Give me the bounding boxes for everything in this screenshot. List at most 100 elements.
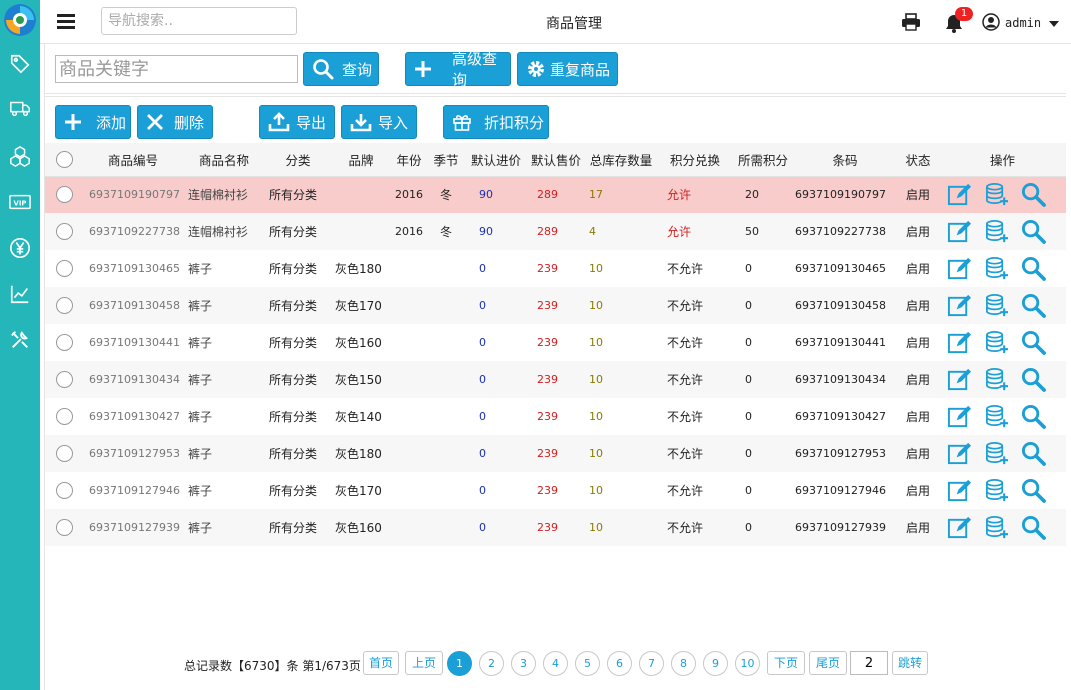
tools-icon[interactable]	[8, 328, 32, 352]
table-row[interactable]: 6937109130427 裤子 所有分类 灰色140 0 239 10 不允许 0 693710…	[45, 398, 1066, 435]
advanced-query-button[interactable]: 高级查询	[405, 50, 511, 89]
chart-icon[interactable]	[8, 282, 32, 306]
first-page-button[interactable]: 首页	[363, 651, 399, 675]
page-number-button[interactable]: 5	[575, 651, 600, 676]
points-stack-icon[interactable]	[984, 330, 1009, 355]
table-row[interactable]: 6937109190797 连帽棉衬衫 所有分类 2016 冬 90 289 17 允许 20 69…	[45, 176, 1066, 213]
points-stack-icon[interactable]	[984, 478, 1009, 503]
import-button[interactable]: 导入	[341, 105, 417, 139]
edit-icon[interactable]	[947, 219, 972, 244]
edit-icon[interactable]	[947, 330, 972, 355]
row-checkbox[interactable]	[55, 260, 73, 277]
col-header[interactable]: 状态	[897, 143, 939, 177]
export-button[interactable]: 导出	[259, 105, 335, 139]
page-number-button[interactable]: 9	[703, 651, 728, 676]
edit-icon[interactable]	[947, 478, 972, 503]
row-checkbox[interactable]	[55, 223, 73, 240]
keyword-input[interactable]	[55, 55, 298, 83]
points-stack-icon[interactable]	[984, 256, 1009, 281]
page-number-button[interactable]: 8	[671, 651, 696, 676]
jump-button[interactable]: 跳转	[892, 651, 928, 675]
view-detail-icon[interactable]	[1021, 182, 1046, 208]
view-detail-icon[interactable]	[1021, 404, 1046, 429]
col-header[interactable]: 商品编号	[83, 143, 183, 177]
col-header[interactable]: 总库存数量	[585, 143, 657, 177]
col-header[interactable]: 所需积分	[733, 143, 793, 177]
duplicate-items-button[interactable]: 重复商品	[517, 52, 618, 86]
page-number-button[interactable]: 1	[447, 651, 472, 676]
printer-icon[interactable]	[901, 13, 921, 31]
edit-icon[interactable]	[947, 515, 972, 540]
view-detail-icon[interactable]	[1021, 219, 1046, 244]
table-row[interactable]: 6937109127939 裤子 所有分类 灰色160 0 239 10 不允许 0 693710…	[45, 509, 1066, 546]
menu-toggle-icon[interactable]	[57, 14, 75, 29]
row-checkbox[interactable]	[55, 334, 73, 351]
table-row[interactable]: 6937109130465 裤子 所有分类 灰色180 0 239 10 不允许 0 693710…	[45, 250, 1066, 287]
points-stack-icon[interactable]	[984, 219, 1009, 244]
delete-button[interactable]: 删除	[137, 105, 213, 139]
vip-icon[interactable]: VIP	[8, 190, 32, 214]
table-row[interactable]: 6937109127953 裤子 所有分类 灰色180 0 239 10 不允许 0 693710…	[45, 435, 1066, 472]
truck-icon[interactable]	[8, 96, 32, 120]
view-detail-icon[interactable]	[1021, 293, 1046, 318]
edit-icon[interactable]	[947, 182, 972, 207]
view-detail-icon[interactable]	[1021, 256, 1046, 281]
row-checkbox[interactable]	[55, 371, 73, 388]
last-page-button[interactable]: 尾页	[809, 651, 847, 675]
col-header[interactable]: 分类	[265, 143, 331, 177]
col-header[interactable]: 积分兑换	[657, 143, 733, 177]
select-all-checkbox[interactable]	[55, 150, 73, 168]
row-checkbox[interactable]	[55, 186, 73, 204]
col-header[interactable]: 商品名称	[183, 143, 265, 177]
col-header[interactable]: 年份	[391, 143, 427, 177]
next-page-button[interactable]: 下页	[767, 651, 805, 675]
col-header[interactable]: 品牌	[331, 143, 391, 177]
row-checkbox[interactable]	[55, 297, 73, 314]
user-avatar-icon[interactable]	[982, 13, 1000, 31]
edit-icon[interactable]	[947, 293, 972, 318]
page-number-button[interactable]: 2	[479, 651, 504, 676]
edit-icon[interactable]	[947, 256, 972, 281]
row-checkbox[interactable]	[55, 482, 73, 499]
yen-icon[interactable]	[8, 236, 32, 260]
view-detail-icon[interactable]	[1021, 478, 1046, 503]
table-row[interactable]: 6937109127946 裤子 所有分类 灰色170 0 239 10 不允许 0 693710…	[45, 472, 1066, 509]
row-checkbox[interactable]	[55, 408, 73, 425]
page-number-button[interactable]: 7	[639, 651, 664, 676]
col-header[interactable]: 默认售价	[527, 143, 585, 177]
prev-page-button[interactable]: 上页	[405, 651, 443, 675]
table-row[interactable]: 6937109130458 裤子 所有分类 灰色170 0 239 10 不允许 0 693710…	[45, 287, 1066, 324]
points-stack-icon[interactable]	[984, 293, 1009, 318]
points-stack-icon[interactable]	[984, 441, 1009, 466]
page-number-button[interactable]: 4	[543, 651, 568, 676]
page-number-button[interactable]: 3	[511, 651, 536, 676]
edit-icon[interactable]	[947, 441, 972, 466]
points-stack-icon[interactable]	[984, 404, 1009, 429]
col-header[interactable]: 默认进价	[465, 143, 527, 177]
query-button[interactable]: 查询	[303, 52, 379, 86]
page-number-button[interactable]: 6	[607, 651, 632, 676]
add-button[interactable]: 添加	[55, 105, 131, 139]
discount-points-button[interactable]: 折扣积分	[443, 105, 549, 139]
page-number-button[interactable]: 10	[735, 651, 760, 676]
table-row[interactable]: 6937109130441 裤子 所有分类 灰色160 0 239 10 不允许 0 693710…	[45, 324, 1066, 361]
col-header[interactable]: 条码	[793, 143, 897, 177]
points-stack-icon[interactable]	[984, 182, 1009, 207]
tag-icon[interactable]	[8, 52, 32, 76]
points-stack-icon[interactable]	[984, 515, 1009, 540]
edit-icon[interactable]	[947, 367, 972, 392]
view-detail-icon[interactable]	[1021, 367, 1046, 392]
table-row[interactable]: 6937109227738 连帽棉衬衫 所有分类 2016 冬 90 289 4 允许 50 693…	[45, 213, 1066, 250]
user-name[interactable]: admin	[1005, 16, 1041, 30]
col-header[interactable]: 季节	[427, 143, 465, 177]
row-checkbox[interactable]	[55, 519, 73, 536]
nav-search-input[interactable]	[101, 7, 297, 35]
chevron-down-icon[interactable]	[1049, 21, 1059, 27]
row-checkbox[interactable]	[55, 445, 73, 462]
boxes-icon[interactable]	[8, 144, 32, 168]
edit-icon[interactable]	[947, 404, 972, 429]
view-detail-icon[interactable]	[1021, 441, 1046, 466]
view-detail-icon[interactable]	[1021, 515, 1046, 540]
table-row[interactable]: 6937109130434 裤子 所有分类 灰色150 0 239 10 不允许 0 693710…	[45, 361, 1066, 398]
points-stack-icon[interactable]	[984, 367, 1009, 392]
